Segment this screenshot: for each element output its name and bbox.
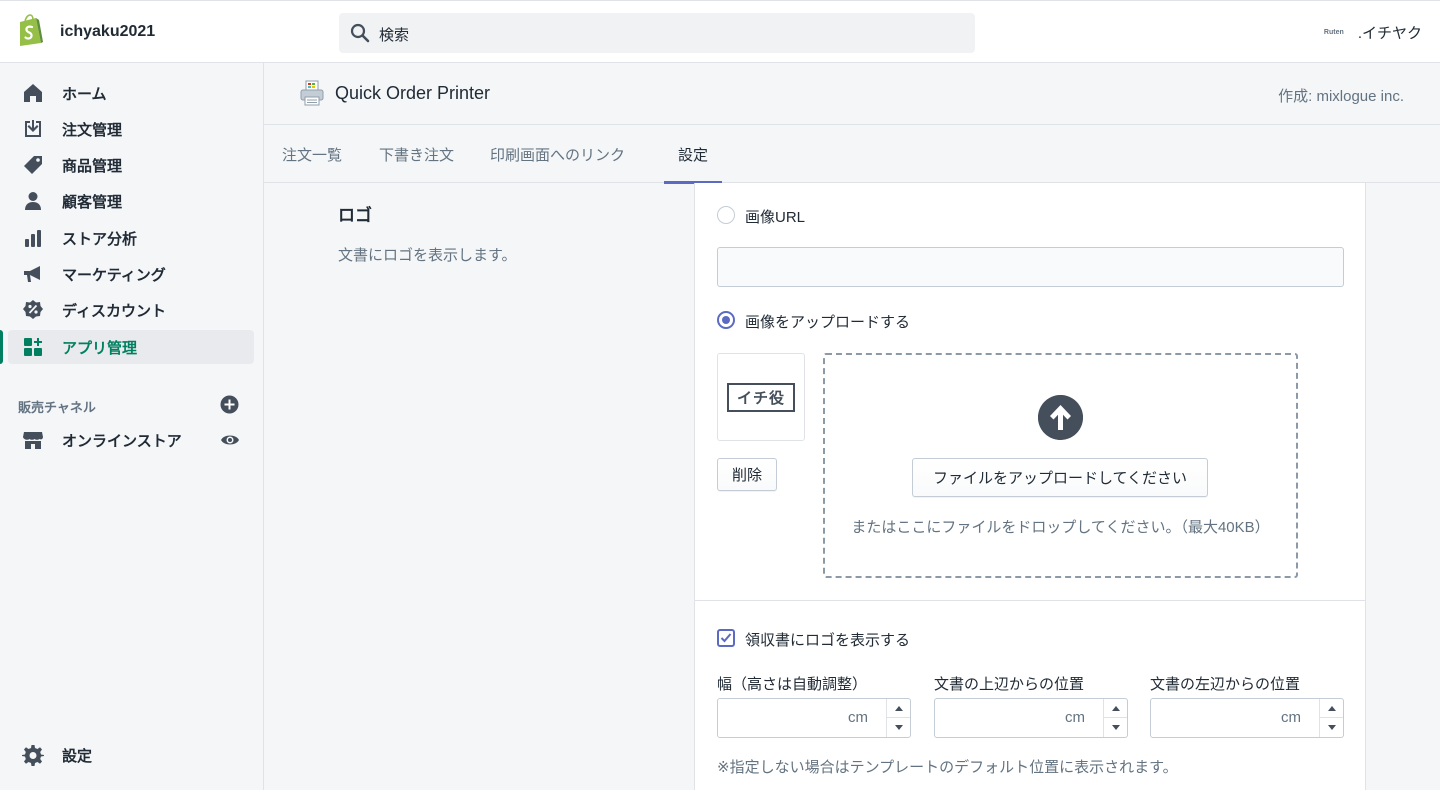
upload-arrow-icon: [1038, 395, 1083, 440]
sidebar-item-home[interactable]: ホーム: [8, 76, 254, 110]
sidebar: ホーム 注文管理 商品管理 顧客管理 ストア分析 マーケティング ディスカウント…: [0, 63, 264, 790]
drop-hint: またはここにファイルをドロップしてください。（最大40KB）: [851, 519, 1270, 536]
megaphone-icon: [24, 266, 40, 282]
sidebar-item-marketing[interactable]: マーケティング: [8, 257, 254, 291]
top-offset-input[interactable]: cm: [934, 698, 1128, 738]
search-bar[interactable]: 検索: [339, 13, 975, 53]
logo-thumbnail: イチ役: [717, 353, 805, 441]
increment-icon[interactable]: [1320, 699, 1343, 718]
position-help-text: ※指定しない場合はテンプレートのデフォルト位置に表示されます。: [717, 759, 1178, 776]
divider: [695, 600, 1365, 601]
unit-label: cm: [1281, 709, 1301, 726]
top-bar: ichyaku2021 検索 Ruten .イチヤク: [0, 0, 1440, 63]
search-icon: [350, 23, 370, 43]
decrement-icon[interactable]: [887, 718, 910, 737]
discount-icon: [23, 300, 43, 319]
tab-order-list[interactable]: 注文一覧: [282, 125, 342, 183]
width-input[interactable]: cm: [717, 698, 911, 738]
upload-image-radio[interactable]: [717, 311, 735, 329]
show-logo-on-receipt-label[interactable]: 領収書にロゴを表示する: [745, 629, 910, 650]
image-url-radio[interactable]: [717, 206, 735, 224]
eye-icon[interactable]: [220, 433, 240, 447]
sidebar-item-customers[interactable]: 顧客管理: [8, 184, 254, 218]
account-menu[interactable]: Ruten .イチヤク: [1318, 22, 1422, 43]
show-logo-on-receipt-checkbox[interactable]: [717, 629, 735, 647]
decrement-icon[interactable]: [1104, 718, 1127, 737]
section-title: ロゴ: [338, 206, 372, 225]
sidebar-item-label: ディスカウント: [62, 302, 166, 320]
tag-icon: [24, 156, 42, 174]
apps-icon: [24, 338, 42, 356]
left-offset-stepper[interactable]: [1319, 699, 1343, 737]
orders-icon: [25, 120, 41, 137]
logo-image: イチ役: [727, 383, 795, 412]
sidebar-item-label: ストア分析: [62, 230, 138, 248]
width-stepper[interactable]: [886, 699, 910, 737]
section-description: 文書にロゴを表示します。: [338, 247, 517, 264]
unit-label: cm: [848, 709, 868, 726]
delete-button[interactable]: 削除: [717, 458, 777, 491]
tab-draft-orders[interactable]: 下書き注文: [379, 125, 454, 183]
checkmark-icon: [720, 633, 732, 643]
app-title: Quick Order Printer: [335, 83, 491, 103]
sidebar-item-label: 注文管理: [62, 121, 123, 139]
increment-icon[interactable]: [887, 699, 910, 718]
upload-file-button[interactable]: ファイルをアップロードしてください: [912, 458, 1208, 497]
sidebar-item-label: オンラインストア: [62, 432, 182, 450]
shop-name[interactable]: ichyaku2021: [60, 23, 155, 41]
upload-image-label[interactable]: 画像をアップロードする: [745, 311, 910, 332]
sidebar-item-orders[interactable]: 注文管理: [8, 112, 254, 146]
app-author: 作成: mixlogue inc.: [1278, 88, 1404, 105]
search-input[interactable]: 検索: [379, 24, 409, 45]
sidebar-item-label: マーケティング: [62, 266, 166, 284]
sidebar-item-label: 設定: [62, 747, 93, 765]
sidebar-item-discounts[interactable]: ディスカウント: [8, 293, 254, 327]
sidebar-item-label: ホーム: [62, 85, 107, 103]
printer-icon: [300, 80, 324, 106]
avatar: Ruten: [1323, 29, 1344, 36]
sidebar-item-settings[interactable]: 設定: [8, 738, 254, 772]
sidebar-item-label: アプリ管理: [62, 339, 138, 357]
shopify-logo-icon[interactable]: [16, 14, 44, 47]
logo-settings-card: 画像URL 画像をアップロードする イチ役 削除 ファイルをアップロードしてくだ…: [694, 183, 1366, 790]
increment-icon[interactable]: [1104, 699, 1127, 718]
width-label: 幅（高さは自動調整）: [717, 676, 868, 693]
store-icon: [23, 432, 43, 449]
top-offset-stepper[interactable]: [1103, 699, 1127, 737]
account-name[interactable]: .イチヤク: [1358, 22, 1422, 43]
left-offset-input[interactable]: cm: [1150, 698, 1344, 738]
file-dropzone[interactable]: ファイルをアップロードしてください またはここにファイルをドロップしてください。…: [823, 353, 1298, 578]
gear-icon: [22, 745, 44, 766]
sales-channels-heading: 販売チャネル: [18, 400, 96, 415]
left-offset-label: 文書の左辺からの位置: [1150, 676, 1301, 693]
add-channel-icon[interactable]: [220, 395, 239, 414]
home-icon: [24, 84, 42, 102]
sidebar-item-online-store[interactable]: オンラインストア: [8, 423, 254, 457]
image-url-input[interactable]: [717, 247, 1344, 287]
sidebar-item-label: 顧客管理: [62, 193, 123, 211]
decrement-icon[interactable]: [1320, 718, 1343, 737]
sidebar-item-apps[interactable]: アプリ管理: [0, 330, 254, 364]
tab-bar: 注文一覧 下書き注文 印刷画面へのリンク 設定: [264, 125, 1440, 184]
sidebar-item-analytics[interactable]: ストア分析: [8, 221, 254, 255]
person-icon: [25, 192, 41, 210]
unit-label: cm: [1065, 709, 1085, 726]
sidebar-item-products[interactable]: 商品管理: [8, 148, 254, 182]
top-offset-label: 文書の上辺からの位置: [934, 676, 1085, 693]
image-url-label[interactable]: 画像URL: [745, 206, 805, 227]
analytics-icon: [25, 230, 41, 247]
tab-settings[interactable]: 設定: [663, 125, 723, 184]
app-header: Quick Order Printer 作成: mixlogue inc.: [264, 63, 1440, 125]
tab-print-link[interactable]: 印刷画面へのリンク: [490, 125, 625, 183]
sidebar-item-label: 商品管理: [62, 157, 123, 175]
